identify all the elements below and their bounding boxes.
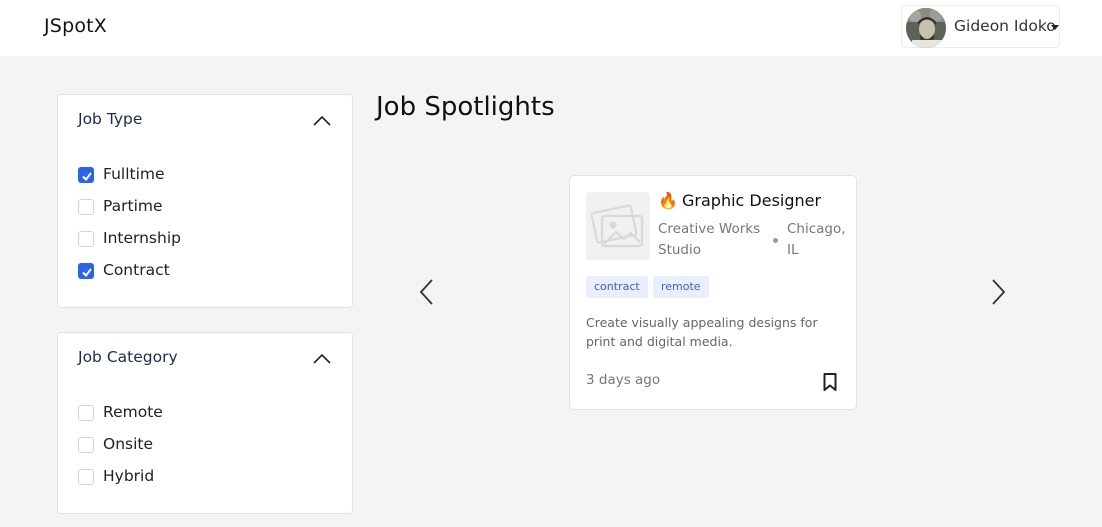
job-category-collapse-button[interactable]	[310, 349, 334, 369]
brand-logo[interactable]: JSpotX	[44, 15, 107, 37]
checkbox[interactable]	[78, 469, 94, 485]
user-menu-dropdown[interactable]: Gideon Idoko	[901, 5, 1060, 48]
bookmark-button[interactable]	[822, 372, 838, 392]
image-placeholder-icon	[590, 204, 644, 248]
job-title[interactable]: Graphic Designer	[682, 191, 821, 210]
job-description: Create visually appealing designs for pr…	[586, 315, 818, 349]
company-logo	[586, 192, 650, 260]
job-type-filter: Job Type Fulltime Partime Internship Con…	[57, 94, 353, 308]
chevron-up-icon	[313, 115, 331, 126]
carousel-next-button[interactable]	[988, 277, 1008, 307]
job-card[interactable]: 🔥 Graphic Designer Creative Works Studio…	[569, 175, 857, 410]
tag-contract: contract	[586, 276, 648, 298]
chevron-left-icon	[419, 279, 433, 305]
option-label: Partime	[103, 197, 163, 215]
option-label: Hybrid	[103, 467, 155, 485]
option-label: Internship	[103, 229, 181, 247]
avatar	[906, 8, 946, 48]
user-name: Gideon Idoko	[954, 17, 1056, 35]
option-label: Fulltime	[103, 165, 165, 183]
company-name: Creative Works Studio	[658, 221, 761, 258]
job-type-collapse-button[interactable]	[310, 111, 334, 131]
checkmark-icon	[82, 172, 92, 182]
carousel-prev-button[interactable]	[417, 277, 437, 307]
checkbox[interactable]	[78, 405, 94, 421]
job-location: Chicago, IL	[787, 221, 846, 258]
job-category-title: Job Category	[78, 348, 178, 366]
checkbox[interactable]	[78, 437, 94, 453]
page-title: Job Spotlights	[376, 92, 555, 122]
checkmark-icon	[82, 268, 92, 278]
chevron-right-icon	[992, 279, 1006, 305]
bookmark-icon	[823, 373, 837, 391]
fire-icon: 🔥	[658, 191, 678, 210]
option-label: Onsite	[103, 435, 154, 453]
checkbox[interactable]	[78, 263, 94, 279]
separator-dot	[773, 238, 778, 243]
top-navbar: JSpotX Gideon Idoko	[0, 0, 1102, 56]
job-category-filter: Job Category Remote Onsite Hybrid	[57, 332, 353, 514]
checkbox[interactable]	[78, 231, 94, 247]
chevron-up-icon	[313, 353, 331, 364]
posted-time: 3 days ago	[586, 372, 661, 388]
tag-remote: remote	[653, 276, 709, 298]
checkbox[interactable]	[78, 167, 94, 183]
checkbox[interactable]	[78, 199, 94, 215]
option-label: Remote	[103, 403, 163, 421]
job-type-title: Job Type	[78, 110, 143, 128]
caret-down-icon	[1051, 25, 1059, 30]
option-label: Contract	[103, 261, 170, 279]
